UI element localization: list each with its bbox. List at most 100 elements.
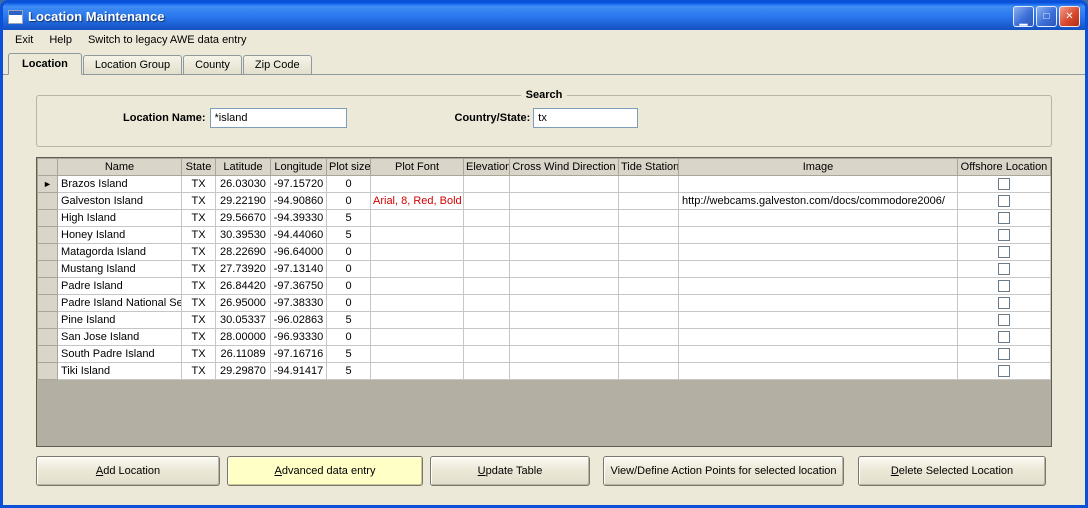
cell-longitude[interactable]: -97.38330 <box>271 295 327 312</box>
offshore-location-checkbox[interactable] <box>998 348 1010 360</box>
tab-zip-code[interactable]: Zip Code <box>243 55 312 74</box>
cell-state[interactable]: TX <box>182 312 216 329</box>
offshore-location-checkbox[interactable] <box>998 246 1010 258</box>
cell-tide-station[interactable] <box>619 346 679 363</box>
add-location-button[interactable]: Add Location <box>36 456 220 486</box>
cell-plot-size[interactable]: 0 <box>327 193 371 210</box>
cell-state[interactable]: TX <box>182 346 216 363</box>
cell-name[interactable]: Matagorda Island <box>58 244 182 261</box>
row-selector-cell[interactable] <box>38 193 58 210</box>
table-row[interactable]: Padre IslandTX26.84420-97.367500 <box>38 278 1051 295</box>
cell-plot-font[interactable] <box>371 329 464 346</box>
cell-plot-font[interactable] <box>371 312 464 329</box>
cell-image[interactable] <box>679 261 958 278</box>
offshore-location-checkbox[interactable] <box>998 314 1010 326</box>
table-row[interactable]: Padre Island National SeaTX26.95000-97.3… <box>38 295 1051 312</box>
menu-switch-legacy-awe[interactable]: Switch to legacy AWE data entry <box>80 32 255 48</box>
maximize-button[interactable]: □ <box>1036 6 1057 27</box>
cell-tide-station[interactable] <box>619 329 679 346</box>
cell-image[interactable] <box>679 312 958 329</box>
row-selector-cell[interactable] <box>38 346 58 363</box>
cell-tide-station[interactable] <box>619 261 679 278</box>
view-define-action-points-button[interactable]: View/Define Action Points for selected l… <box>603 456 844 486</box>
cell-tide-station[interactable] <box>619 210 679 227</box>
offshore-location-checkbox[interactable] <box>998 178 1010 190</box>
tab-location[interactable]: Location <box>8 53 82 75</box>
cell-state[interactable]: TX <box>182 329 216 346</box>
row-selector-cell[interactable] <box>38 227 58 244</box>
cell-name[interactable]: Padre Island <box>58 278 182 295</box>
delete-selected-location-button[interactable]: Delete Selected Location <box>858 456 1046 486</box>
cell-longitude[interactable]: -96.64000 <box>271 244 327 261</box>
cell-plot-font[interactable] <box>371 295 464 312</box>
cell-plot-font[interactable] <box>371 244 464 261</box>
cell-name[interactable]: Tiki Island <box>58 363 182 380</box>
cell-longitude[interactable]: -94.91417 <box>271 363 327 380</box>
table-row[interactable]: South Padre IslandTX26.11089-97.167165 <box>38 346 1051 363</box>
country-state-input[interactable] <box>533 108 638 128</box>
cell-elevation[interactable] <box>464 227 510 244</box>
cell-cross-wind-direction[interactable] <box>510 227 619 244</box>
cell-state[interactable]: TX <box>182 261 216 278</box>
cell-plot-font[interactable] <box>371 363 464 380</box>
cell-latitude[interactable]: 26.11089 <box>216 346 271 363</box>
cell-elevation[interactable] <box>464 193 510 210</box>
table-row[interactable]: High IslandTX29.56670-94.393305 <box>38 210 1051 227</box>
cell-latitude[interactable]: 29.29870 <box>216 363 271 380</box>
cell-tide-station[interactable] <box>619 278 679 295</box>
cell-state[interactable]: TX <box>182 210 216 227</box>
cell-state[interactable]: TX <box>182 227 216 244</box>
cell-tide-station[interactable] <box>619 227 679 244</box>
cell-plot-size[interactable]: 0 <box>327 244 371 261</box>
cell-image[interactable] <box>679 278 958 295</box>
cell-latitude[interactable]: 26.95000 <box>216 295 271 312</box>
offshore-location-checkbox[interactable] <box>998 229 1010 241</box>
cell-cross-wind-direction[interactable] <box>510 295 619 312</box>
table-row[interactable]: Pine IslandTX30.05337-96.028635 <box>38 312 1051 329</box>
offshore-location-checkbox[interactable] <box>998 263 1010 275</box>
cell-latitude[interactable]: 28.00000 <box>216 329 271 346</box>
row-selector-cell[interactable] <box>38 329 58 346</box>
cell-cross-wind-direction[interactable] <box>510 193 619 210</box>
cell-state[interactable]: TX <box>182 363 216 380</box>
cell-elevation[interactable] <box>464 363 510 380</box>
cell-state[interactable]: TX <box>182 176 216 193</box>
cell-cross-wind-direction[interactable] <box>510 312 619 329</box>
cell-plot-size[interactable]: 5 <box>327 312 371 329</box>
tab-location-group[interactable]: Location Group <box>83 55 182 74</box>
cell-elevation[interactable] <box>464 261 510 278</box>
minimize-button[interactable]: ▁ <box>1013 6 1034 27</box>
update-table-button[interactable]: Update Table <box>430 456 590 486</box>
cell-elevation[interactable] <box>464 244 510 261</box>
cell-name[interactable]: Galveston Island <box>58 193 182 210</box>
cell-name[interactable]: Honey Island <box>58 227 182 244</box>
cell-plot-font[interactable] <box>371 227 464 244</box>
cell-name[interactable]: San Jose Island <box>58 329 182 346</box>
row-selector-cell[interactable] <box>38 312 58 329</box>
cell-elevation[interactable] <box>464 278 510 295</box>
cell-plot-font[interactable] <box>371 278 464 295</box>
cell-latitude[interactable]: 26.84420 <box>216 278 271 295</box>
cell-plot-size[interactable]: 5 <box>327 227 371 244</box>
table-row[interactable]: Mustang IslandTX27.73920-97.131400 <box>38 261 1051 278</box>
location-name-input[interactable] <box>210 108 347 128</box>
cell-longitude[interactable]: -97.15720 <box>271 176 327 193</box>
cell-cross-wind-direction[interactable] <box>510 278 619 295</box>
cell-tide-station[interactable] <box>619 176 679 193</box>
table-row[interactable]: Tiki IslandTX29.29870-94.914175 <box>38 363 1051 380</box>
cell-longitude[interactable]: -94.44060 <box>271 227 327 244</box>
cell-name[interactable]: Mustang Island <box>58 261 182 278</box>
title-bar[interactable]: Location Maintenance ▁ □ ✕ <box>3 3 1085 30</box>
cell-elevation[interactable] <box>464 210 510 227</box>
table-row[interactable]: Honey IslandTX30.39530-94.440605 <box>38 227 1051 244</box>
offshore-location-checkbox[interactable] <box>998 195 1010 207</box>
cell-longitude[interactable]: -94.90860 <box>271 193 327 210</box>
cell-elevation[interactable] <box>464 312 510 329</box>
row-selector-cell[interactable] <box>38 363 58 380</box>
cell-image[interactable] <box>679 244 958 261</box>
cell-plot-font[interactable] <box>371 176 464 193</box>
cell-name[interactable]: South Padre Island <box>58 346 182 363</box>
cell-tide-station[interactable] <box>619 244 679 261</box>
cell-state[interactable]: TX <box>182 295 216 312</box>
cell-cross-wind-direction[interactable] <box>510 176 619 193</box>
